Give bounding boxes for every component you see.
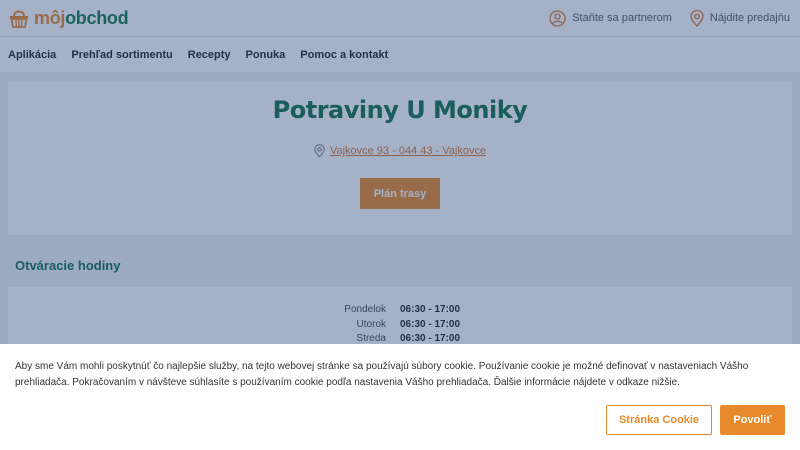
allow-cookies-button[interactable]: Povoliť bbox=[720, 405, 785, 435]
cookie-notice-text: Aby sme Vám mohli poskytnúť čo najlepšie… bbox=[15, 361, 749, 388]
cookie-page-button[interactable]: Stránka Cookie bbox=[606, 405, 712, 435]
cookie-banner: Aby sme Vám mohli poskytnúť čo najlepšie… bbox=[0, 344, 800, 450]
